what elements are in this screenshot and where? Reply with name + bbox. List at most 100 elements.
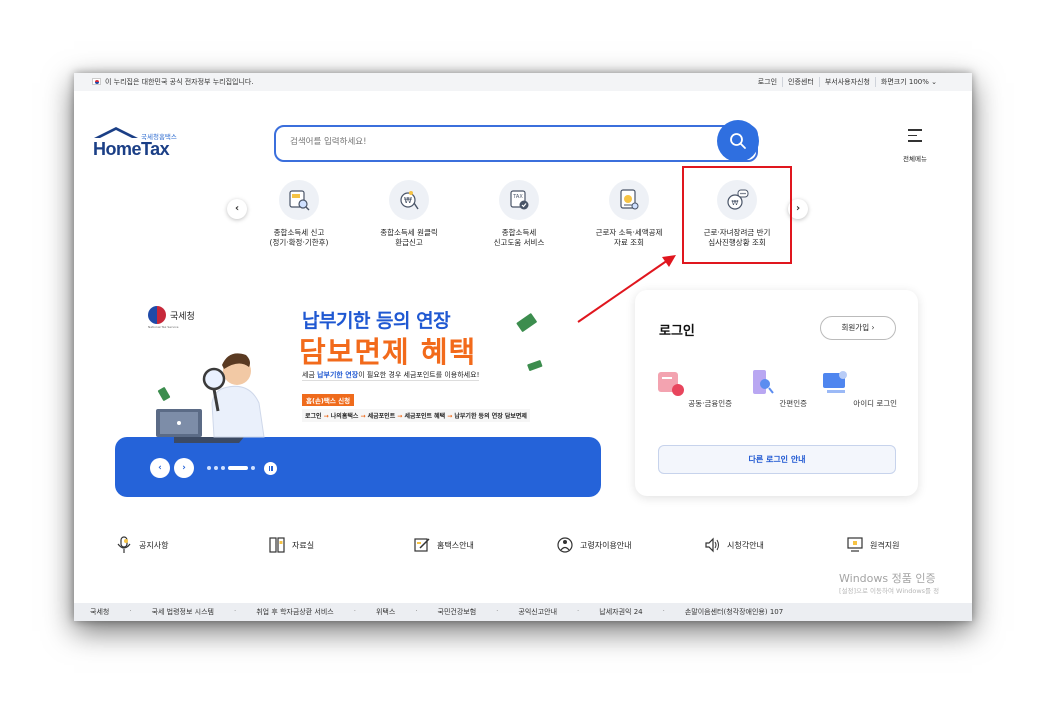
- roof-logo-icon: [94, 127, 138, 138]
- money-icon: [516, 313, 537, 332]
- page-dot[interactable]: [214, 466, 218, 470]
- certificate-icon: [657, 372, 684, 396]
- quick-link-notice[interactable]: 공지사항: [114, 535, 168, 555]
- all-menu-button[interactable]: 전체메뉴: [900, 129, 930, 165]
- hamburger-icon: [908, 129, 922, 142]
- page-dot-active[interactable]: [228, 466, 248, 470]
- won-click-icon: ₩: [389, 180, 429, 220]
- guide-pen-icon: [412, 535, 432, 555]
- folder-icon: [267, 535, 287, 555]
- quick-menu-label: 근로자 소득·세액공제: [595, 228, 663, 237]
- microphone-icon: [114, 535, 134, 555]
- banner-step: 세금포인트: [367, 413, 396, 420]
- footer-link[interactable]: 공익신고안내: [518, 607, 557, 617]
- page-dot[interactable]: [207, 466, 211, 470]
- quick-link-av[interactable]: 시청각안내: [702, 535, 764, 555]
- page-dot[interactable]: [251, 466, 255, 470]
- tax-document-search-icon: [279, 180, 319, 220]
- cert-center-link[interactable]: 인증센터: [782, 77, 819, 87]
- id-login-option[interactable]: 아이디 로그인: [818, 368, 898, 409]
- quick-menu-sublabel: (정기·확정·기한후): [269, 238, 329, 247]
- quick-menu-label: 종합소득세 신고: [273, 228, 325, 237]
- banner-step: 납부기한 등의 연장 담보면제: [454, 413, 527, 420]
- windows-activation-watermark: Windows 정품 인증: [839, 572, 936, 585]
- quick-link-elderly[interactable]: 고령자이용안내: [555, 535, 632, 555]
- gov-notice-bar: 이 누리집은 대한민국 공식 전자정부 누리집입니다. 로그인 인증센터 부서사…: [74, 73, 972, 91]
- all-menu-label: 전체메뉴: [903, 154, 927, 163]
- banner-next-button[interactable]: ›: [174, 458, 194, 478]
- search-box: [274, 125, 758, 162]
- hometax-logo[interactable]: 국세청홈택스 HomeTax: [92, 125, 192, 161]
- banner-description: 세금 납부기한 연장이 필요한 경우 세금포인트를 이용하세요!: [302, 370, 480, 381]
- elderly-icon: [555, 535, 575, 555]
- page-dot[interactable]: [221, 466, 225, 470]
- login-card: 로그인 회원가입 › 공동·금융인증 간편인증 아이디 로그인 다른 로그인 안…: [635, 290, 918, 496]
- signup-button[interactable]: 회원가입 ›: [820, 316, 896, 340]
- korea-flag-icon: [92, 78, 101, 85]
- banner-pause-button[interactable]: [264, 462, 277, 475]
- other-login-button[interactable]: 다른 로그인 안내: [658, 445, 896, 474]
- quick-link-label: 고령자이용안내: [580, 540, 632, 550]
- quick-menu-item[interactable]: 종합소득세 신고 (정기·확정·기한후): [244, 180, 354, 248]
- login-link[interactable]: 로그인: [753, 77, 782, 87]
- logo-text: HomeTax: [93, 139, 170, 159]
- svg-text:₩: ₩: [404, 196, 412, 205]
- footer-link[interactable]: 취업 후 학자금상환 서비스: [256, 607, 334, 617]
- banner-headline: 담보면제 혜택: [299, 335, 477, 369]
- quick-link-remote[interactable]: 원격지원: [845, 535, 899, 555]
- remote-monitor-icon: [845, 535, 865, 555]
- quick-link-label: 자료실: [292, 540, 315, 550]
- tax-check-icon: TAX: [499, 180, 539, 220]
- banner-prev-button[interactable]: ‹: [150, 458, 170, 478]
- dept-user-link[interactable]: 부서사용자신청: [818, 77, 875, 87]
- login-title: 로그인: [659, 324, 695, 339]
- search-input[interactable]: [290, 137, 690, 147]
- cert-login-label: 공동·금융인증: [688, 399, 733, 408]
- screen-size-select[interactable]: 화면크기 100% ⌄: [874, 77, 942, 87]
- cert-login-option[interactable]: 공동·금융인증: [653, 368, 733, 409]
- banner-steps: 로그인 → 나의홈택스 → 세금포인트 → 세금포인트 혜택 → 납부기한 등의…: [302, 409, 530, 422]
- quick-menu-item[interactable]: ₩ 종합소득세 원클릭 환급신고: [354, 180, 464, 248]
- quick-menu-label: 종합소득세 원클릭: [380, 228, 438, 237]
- windows-activation-hint: [설정]으로 이동하여 Windows를 정: [839, 587, 940, 595]
- quick-menu-sublabel: 자료 조회: [614, 238, 644, 247]
- quick-menu-label: 종합소득세: [501, 228, 537, 237]
- quick-link-label: 시청각안내: [727, 540, 764, 550]
- quick-menu-item[interactable]: 근로자 소득·세액공제 자료 조회: [574, 180, 684, 248]
- quick-menu-sublabel: 신고도움 서비스: [493, 238, 545, 247]
- search-button[interactable]: [717, 120, 759, 162]
- banner-tag: 홈(손)택스 신청: [302, 394, 355, 406]
- banner-pagination: [207, 466, 255, 470]
- banner-desc-post: 이 필요한 경우 세금포인트를 이용하세요!: [358, 371, 480, 379]
- nts-logo-text: 국세청: [170, 311, 195, 322]
- utility-links: 로그인 인증센터 부서사용자신청 화면크기 100% ⌄: [753, 77, 942, 87]
- search-icon: [730, 133, 746, 149]
- footer-link[interactable]: 국세 법령정보 시스템: [152, 607, 214, 617]
- quick-link-guide[interactable]: 홈택스안내: [412, 535, 474, 555]
- svg-text:TAX: TAX: [512, 194, 523, 200]
- footer-link[interactable]: 납세자권익 24: [599, 607, 642, 617]
- footer-links-bar: 국세청 · 국세 법령정보 시스템 · 취업 후 학자금상환 서비스 · 위택스 · 국…: [74, 603, 972, 621]
- quick-link-label: 원격지원: [870, 540, 900, 550]
- nts-logo-english: National Tax Service: [148, 325, 179, 329]
- footer-link[interactable]: 국세청: [90, 607, 109, 617]
- nts-logo: 국세청 National Tax Service: [148, 306, 195, 329]
- banner-step: 로그인: [305, 413, 322, 420]
- footer-link[interactable]: 국민건강보험: [438, 607, 477, 617]
- simple-auth-option[interactable]: 간편인증: [736, 368, 816, 409]
- footer-link[interactable]: 위택스: [376, 607, 395, 617]
- banner-desc-pre: 세금: [302, 371, 318, 379]
- banner-desc-bold: 납부기한 연장: [317, 371, 359, 379]
- quick-link-archive[interactable]: 자료실: [267, 535, 314, 555]
- footer-link[interactable]: 손말이음센터(청각장애인용) 107: [685, 607, 783, 617]
- quick-link-label: 홈택스안내: [437, 540, 474, 550]
- banner-step: 세금포인트 혜택: [404, 413, 446, 420]
- taegeuk-icon: [148, 306, 166, 324]
- quick-link-label: 공지사항: [139, 540, 169, 550]
- quick-menu-sublabel: 환급신고: [395, 238, 423, 247]
- banner-character-illustration: [156, 353, 265, 443]
- money-icon: [527, 360, 543, 371]
- id-login-label: 아이디 로그인: [853, 399, 898, 408]
- phone-auth-icon: [753, 370, 774, 394]
- quick-menu-item[interactable]: TAX 종합소득세 신고도움 서비스: [464, 180, 574, 248]
